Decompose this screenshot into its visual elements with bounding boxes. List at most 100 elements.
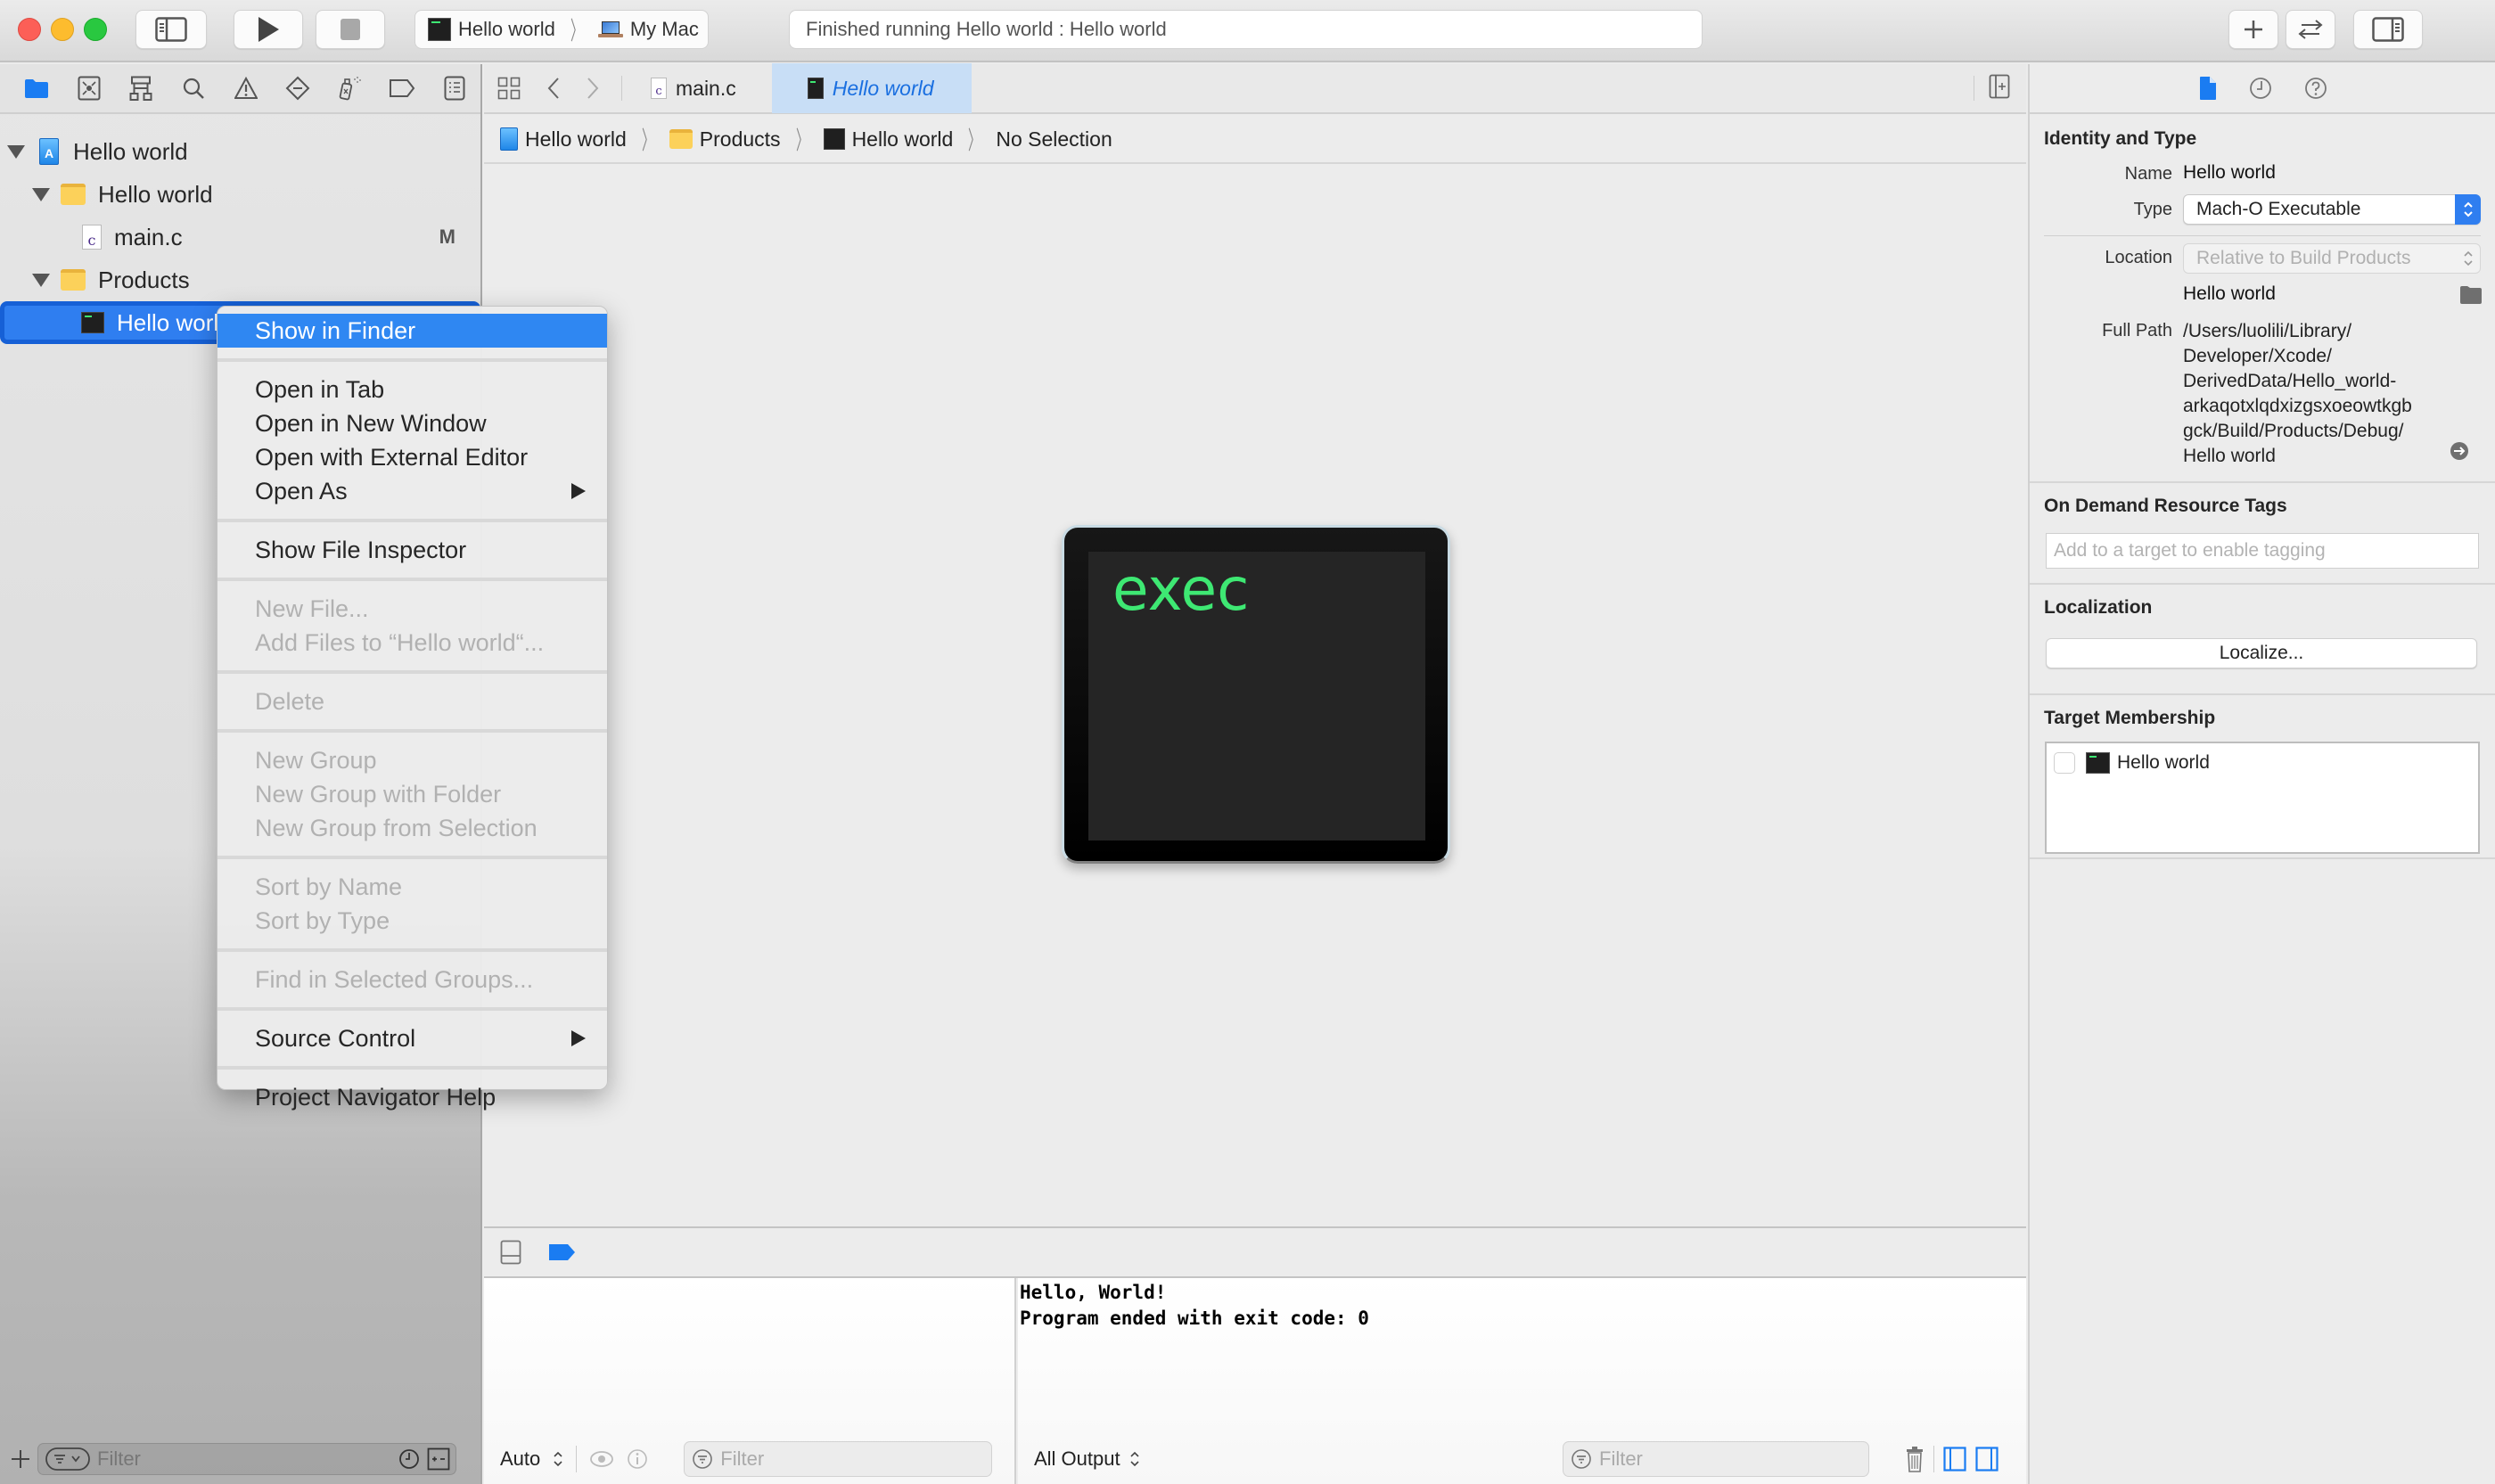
localize-button[interactable]: Localize... xyxy=(2046,638,2477,668)
menu-item-open-with-external-editor[interactable]: Open with External Editor xyxy=(217,440,607,474)
breadcrumb-item[interactable]: No Selection xyxy=(996,127,1112,152)
source-control-navigator-tab[interactable] xyxy=(63,63,116,113)
breadcrumb-item[interactable]: Hello world xyxy=(525,127,627,152)
back-button[interactable] xyxy=(534,77,573,100)
menu-item-label: Project Navigator Help xyxy=(255,1083,497,1111)
test-navigator-tab[interactable] xyxy=(272,63,324,113)
xcode-project-icon xyxy=(500,127,518,151)
eye-icon[interactable] xyxy=(589,1449,614,1469)
related-items-button[interactable] xyxy=(484,77,534,100)
name-value[interactable]: Hello world xyxy=(2183,162,2276,184)
debug-navigator-tab[interactable] xyxy=(324,63,376,113)
forward-button[interactable] xyxy=(573,77,612,100)
source-control-filter-icon[interactable] xyxy=(427,1447,450,1471)
add-icon[interactable] xyxy=(11,1449,30,1469)
disclosure-triangle-icon[interactable] xyxy=(7,144,25,159)
show-console-view-icon[interactable] xyxy=(1975,1447,1998,1472)
disclosure-triangle-icon[interactable] xyxy=(32,273,50,287)
breadcrumb-item[interactable]: Hello world xyxy=(852,127,954,152)
tree-item-group[interactable]: Products xyxy=(0,258,480,301)
menu-item-label: New Group from Selection xyxy=(255,814,538,841)
target-checkbox[interactable] xyxy=(2054,752,2075,774)
report-list-icon xyxy=(444,76,465,101)
code-review-button[interactable] xyxy=(2286,10,2335,49)
menu-item-project-navigator-help[interactable]: Project Navigator Help xyxy=(217,1080,607,1114)
symbol-navigator-tab[interactable] xyxy=(115,63,168,113)
menu-item-label: Show File Inspector xyxy=(255,536,467,563)
location-popup[interactable]: Relative to Build Products xyxy=(2183,243,2481,274)
add-editor-button[interactable] xyxy=(1989,74,2010,103)
console-filter-field[interactable]: Filter xyxy=(1563,1441,1869,1477)
breadcrumb-item[interactable]: Products xyxy=(700,127,781,152)
filter-placeholder: Filter xyxy=(1599,1447,1643,1470)
menu-item-label: New File... xyxy=(255,594,369,622)
menu-item-label: New Group with Folder xyxy=(255,780,502,808)
tab-hello-world[interactable]: Hello world xyxy=(771,63,972,113)
breakpoint-navigator-tab[interactable] xyxy=(376,63,429,113)
submenu-arrow-icon xyxy=(571,483,586,499)
menu-item-show-in-finder[interactable]: Show in Finder xyxy=(217,314,607,348)
variables-scope-selector[interactable]: Auto xyxy=(500,1447,540,1471)
breakpoints-toggle-icon[interactable] xyxy=(548,1242,577,1262)
menu-item-new-group-from-selection: New Group from Selection xyxy=(217,811,607,845)
zoom-window-button[interactable] xyxy=(84,18,107,41)
tree-item-group[interactable]: Hello world xyxy=(0,173,480,216)
menu-separator xyxy=(217,578,607,581)
run-button[interactable] xyxy=(234,10,303,49)
sidebar-left-icon xyxy=(155,17,187,42)
menu-separator xyxy=(217,1066,607,1070)
variables-filter-field[interactable]: Filter xyxy=(684,1441,993,1477)
tags-field[interactable]: Add to a target to enable tagging xyxy=(2046,533,2479,569)
folder-icon[interactable] xyxy=(2459,285,2483,305)
context-menu: Show in Finder Open in Tab Open in New W… xyxy=(217,306,608,1111)
history-inspector-tab-icon[interactable] xyxy=(2249,77,2272,100)
library-button[interactable] xyxy=(2228,10,2278,49)
trash-icon[interactable] xyxy=(1905,1446,1925,1472)
plus-icon xyxy=(2245,20,2262,38)
file-inspector-tab-icon[interactable] xyxy=(2199,76,2217,101)
output-selector[interactable]: All Output xyxy=(1034,1447,1120,1471)
recent-files-icon[interactable] xyxy=(398,1448,420,1470)
tree-item-project[interactable]: A Hello world xyxy=(0,130,480,173)
toggle-navigator-button[interactable] xyxy=(135,10,207,49)
console-line: Program ended with exit code: 0 xyxy=(1020,1308,1369,1329)
target-membership-section: Target Membership Hello world xyxy=(2030,695,2495,859)
section-title: On Demand Resource Tags xyxy=(2044,496,2287,516)
activity-viewer: Finished running Hello world : Hello wor… xyxy=(789,10,1703,49)
menu-item-open-in-tab[interactable]: Open in Tab xyxy=(217,373,607,406)
window-toolbar: Hello world 〉 My Mac Finished running He… xyxy=(0,0,2495,62)
tab-label: main.c xyxy=(676,76,736,100)
quick-help-tab-icon[interactable] xyxy=(2304,77,2327,100)
stop-button[interactable] xyxy=(316,10,385,49)
menu-item-show-file-inspector[interactable]: Show File Inspector xyxy=(217,533,607,567)
issue-navigator-tab[interactable] xyxy=(219,63,272,113)
console-line: Hello, World! xyxy=(1020,1282,1167,1303)
scheme-selector[interactable]: Hello world 〉 My Mac xyxy=(414,10,709,49)
inspector-tab-bar xyxy=(2030,64,2495,114)
file-type-popup[interactable]: Mach-O Executable xyxy=(2183,194,2481,225)
reveal-in-finder-arrow-icon[interactable] xyxy=(2450,441,2469,461)
navigator-filter-field[interactable]: Filter xyxy=(37,1443,456,1475)
folder-icon xyxy=(61,184,86,205)
menu-item-open-in-new-window[interactable]: Open in New Window xyxy=(217,406,607,440)
tree-item-file[interactable]: c main.c M xyxy=(0,216,480,258)
info-icon[interactable] xyxy=(627,1448,648,1470)
filter-menu-icon[interactable] xyxy=(45,1447,90,1471)
menu-item-open-as[interactable]: Open As xyxy=(217,474,607,508)
disclosure-triangle-icon[interactable] xyxy=(32,187,50,201)
menu-item-label: Open with External Editor xyxy=(255,443,529,471)
hide-debug-area-icon[interactable] xyxy=(500,1240,521,1265)
tab-main-c[interactable]: c main.c xyxy=(642,63,772,113)
executable-icon xyxy=(428,18,451,41)
type-label: Type xyxy=(2133,200,2172,219)
location-label: Location xyxy=(2105,248,2172,267)
show-variables-view-icon[interactable] xyxy=(1943,1447,1966,1472)
target-row[interactable]: Hello world xyxy=(2054,752,2210,774)
menu-item-source-control[interactable]: Source Control xyxy=(217,1021,607,1055)
report-navigator-tab[interactable] xyxy=(429,63,481,113)
project-navigator-tab[interactable] xyxy=(11,63,63,113)
close-window-button[interactable] xyxy=(18,18,41,41)
find-navigator-tab[interactable] xyxy=(168,63,220,113)
minimize-window-button[interactable] xyxy=(51,18,74,41)
toggle-inspector-button[interactable] xyxy=(2353,10,2423,49)
